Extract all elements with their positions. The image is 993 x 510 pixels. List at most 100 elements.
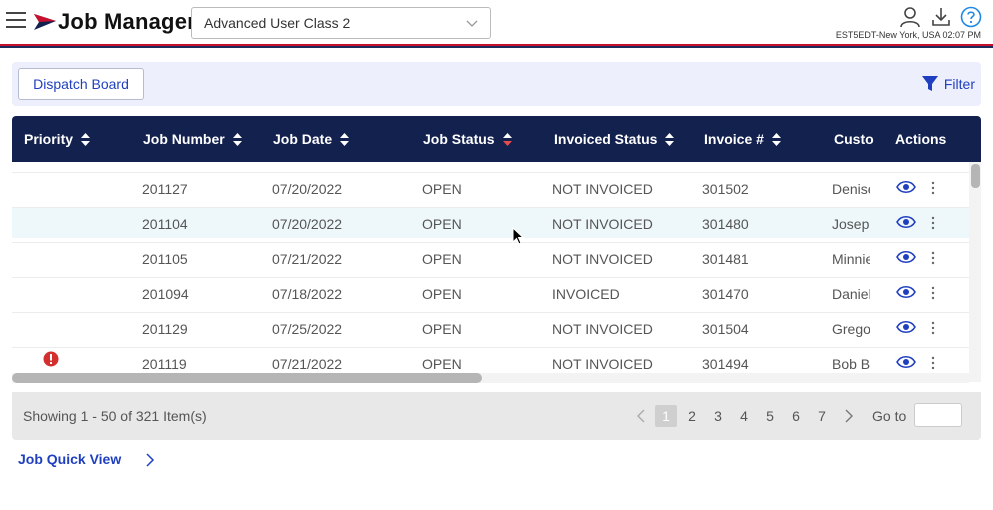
sort-icon[interactable] [502, 132, 512, 146]
filter-button[interactable]: Filter [921, 74, 975, 94]
header-stripe-navy [0, 46, 993, 48]
sort-icon[interactable] [81, 132, 91, 146]
cell-invoice-no: 301480 [702, 216, 749, 232]
cell-job-number: 201129 [142, 321, 188, 337]
eye-icon[interactable] [896, 320, 916, 334]
column-header-invoiced-status[interactable]: Invoiced Status [554, 131, 675, 147]
cell-job-status: OPEN [422, 216, 462, 232]
cell-job-number: 201119 [142, 356, 187, 370]
download-icon[interactable] [930, 6, 952, 28]
column-header-job-date[interactable]: Job Date [273, 131, 350, 147]
hamburger-menu-icon[interactable] [6, 12, 26, 30]
cell-job-status: OPEN [422, 321, 462, 337]
eye-icon[interactable] [896, 355, 916, 369]
column-header-job-status[interactable]: Job Status [423, 131, 512, 147]
user-class-select[interactable]: Advanced User Class 2 [191, 7, 491, 39]
column-header-label: Custo [834, 131, 874, 147]
column-header-customer[interactable]: Custo [834, 131, 874, 147]
kebab-menu-icon[interactable] [930, 356, 936, 370]
cell-job-number: 201104 [142, 216, 188, 232]
user-class-select-value: Advanced User Class 2 [204, 15, 351, 31]
paper-plane-logo-icon [34, 14, 56, 30]
sort-icon[interactable] [665, 132, 675, 146]
vertical-scrollbar[interactable] [969, 162, 981, 382]
kebab-menu-icon[interactable] [930, 251, 936, 265]
table-row[interactable]: 201104 07/20/2022 OPEN NOT INVOICED 301480 Jo… [12, 207, 969, 238]
table-row[interactable]: 201119 07/21/2022 OPEN NOT INVOICED 301494 Bo… [12, 347, 969, 370]
eye-icon[interactable] [896, 250, 916, 264]
page-button[interactable]: 2 [681, 405, 703, 427]
cell-invoice-no: 301502 [702, 181, 749, 197]
column-header-actions[interactable]: Actions [895, 131, 946, 147]
app-title: Job Manager [58, 9, 196, 34]
cell-job-status: OPEN [422, 181, 462, 197]
page-button[interactable]: 4 [733, 405, 755, 427]
cell-customer: Minnie [832, 251, 870, 267]
kebab-menu-icon[interactable] [930, 286, 936, 300]
eye-icon[interactable] [896, 180, 916, 194]
next-page-icon[interactable] [844, 409, 854, 423]
goto-page-input[interactable] [914, 403, 962, 427]
app-header: Job Manager Advanced User Class 2 EST5ED… [0, 0, 993, 44]
horizontal-scroll-thumb[interactable] [12, 373, 482, 383]
cell-customer: Joseph [832, 216, 870, 232]
cell-job-date: 07/21/2022 [272, 251, 343, 267]
column-header-priority[interactable]: Priority [24, 131, 91, 147]
table-row[interactable]: 201094 07/18/2022 OPEN INVOICED 301470 Daniel [12, 277, 969, 308]
kebab-menu-icon[interactable] [930, 216, 936, 230]
cell-job-number: 201127 [142, 181, 188, 197]
help-icon[interactable] [960, 6, 982, 28]
prev-page-icon[interactable] [636, 409, 646, 423]
cell-customer: Daniel [832, 286, 870, 302]
cell-customer: Bob B [832, 356, 870, 370]
table-row[interactable]: 201105 07/21/2022 OPEN NOT INVOICED 301481 Mi… [12, 242, 969, 273]
cell-invoiced-status: NOT INVOICED [552, 356, 653, 370]
cell-job-number: 201105 [142, 251, 188, 267]
cell-job-date: 07/20/2022 [272, 181, 343, 197]
grid-toolbar: Dispatch Board Filter [12, 62, 981, 106]
kebab-menu-icon[interactable] [930, 181, 936, 195]
column-header-job-number[interactable]: Job Number [143, 131, 242, 147]
column-header-label: Invoiced Status [554, 131, 658, 147]
vertical-scroll-thumb[interactable] [971, 164, 980, 188]
cell-invoiced-status: NOT INVOICED [552, 321, 653, 337]
page-button[interactable]: 3 [707, 405, 729, 427]
cell-invoice-no: 301481 [702, 251, 749, 267]
filter-label: Filter [943, 76, 975, 92]
eye-icon[interactable] [896, 285, 916, 299]
grid-header: Priority Job Number Job Date Job Status Invo… [12, 116, 981, 162]
page-button[interactable]: 1 [655, 405, 677, 427]
cell-customer: Grego [832, 321, 870, 337]
cell-job-date: 07/25/2022 [272, 321, 343, 337]
sort-icon[interactable] [771, 132, 781, 146]
user-icon[interactable] [899, 6, 921, 28]
cell-invoiced-status: INVOICED [552, 286, 620, 302]
column-header-label: Job Status [423, 131, 495, 147]
sort-icon[interactable] [340, 132, 350, 146]
eye-icon[interactable] [896, 215, 916, 229]
page-button[interactable]: 7 [811, 405, 833, 427]
kebab-menu-icon[interactable] [930, 321, 936, 335]
grid-pager: Showing 1 - 50 of 321 Item(s) 1234567 Go… [12, 392, 981, 440]
filter-funnel-icon [921, 76, 938, 91]
chevron-right-icon[interactable] [145, 453, 155, 467]
cell-job-date: 07/20/2022 [272, 216, 343, 232]
timezone-clock: EST5EDT-New York, USA 02:07 PM [835, 30, 981, 40]
mouse-cursor-icon [512, 227, 524, 245]
table-row[interactable]: 201127 07/20/2022 OPEN NOT INVOICED 301502 De… [12, 172, 969, 203]
table-row[interactable]: 201129 07/25/2022 OPEN NOT INVOICED 301504 Gr… [12, 312, 969, 343]
dispatch-board-button[interactable]: Dispatch Board [18, 68, 144, 100]
sort-icon[interactable] [232, 132, 242, 146]
column-header-label: Job Date [273, 131, 333, 147]
cell-job-status: OPEN [422, 356, 462, 370]
column-header-label: Priority [24, 131, 74, 147]
jobs-grid: Priority Job Number Job Date Job Status Invo… [12, 116, 981, 386]
column-header-invoice-no[interactable]: Invoice # [704, 131, 781, 147]
cell-job-date: 07/21/2022 [272, 356, 343, 370]
page-button[interactable]: 6 [785, 405, 807, 427]
chevron-down-icon [466, 20, 478, 27]
job-quick-view-link[interactable]: Job Quick View [18, 451, 121, 467]
cell-invoice-no: 301504 [702, 321, 749, 337]
cell-invoiced-status: NOT INVOICED [552, 251, 653, 267]
page-button[interactable]: 5 [759, 405, 781, 427]
